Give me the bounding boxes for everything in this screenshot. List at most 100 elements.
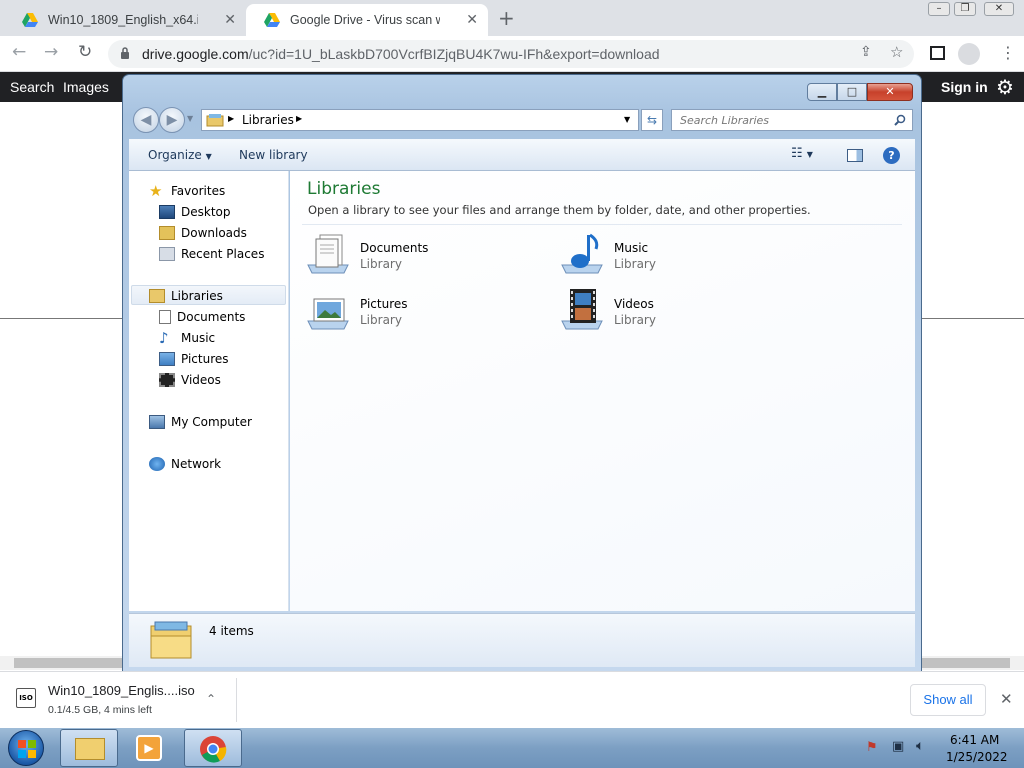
nav-pictures[interactable]: Pictures — [159, 349, 229, 369]
search-icon — [894, 114, 906, 126]
library-type: Library — [614, 257, 656, 271]
organize-button[interactable]: Organize ▼ — [148, 148, 212, 162]
bookmark-star-icon[interactable]: ☆ — [890, 43, 903, 61]
browser-toolbar: ← → ↻ drive.google.com/uc?id=1U_bLaskbD7… — [0, 36, 1024, 72]
browser-tab-1[interactable]: Win10_1809_English_x64.iso - Go ✕ — [4, 4, 246, 36]
divider — [302, 224, 902, 225]
library-music[interactable]: Music Library — [560, 231, 790, 281]
library-type: Library — [360, 313, 402, 327]
forward-icon[interactable]: → — [44, 42, 58, 62]
close-tab-icon[interactable]: ✕ — [466, 12, 478, 28]
new-tab-button[interactable]: + — [498, 6, 515, 30]
recent-pages-chevron-icon[interactable]: ▼ — [187, 114, 193, 123]
close-icon[interactable]: ✕ — [984, 2, 1014, 16]
media-player-icon: ▶ — [136, 735, 162, 761]
content-pane: Libraries Open a library to see your fil… — [290, 171, 915, 611]
breadcrumb-separator-icon[interactable]: ▶ — [228, 114, 234, 123]
navigation-pane: ★ Favorites Desktop Downloads Recent Plac… — [129, 171, 289, 611]
browser-tab-strip: Win10_1809_English_x64.iso - Go ✕ Google… — [0, 0, 1024, 36]
library-name: Music — [614, 241, 649, 255]
back-icon[interactable]: ← — [12, 42, 26, 62]
nav-desktop[interactable]: Desktop — [159, 202, 231, 222]
refresh-icon[interactable]: ⇆ — [641, 109, 663, 131]
downloads-folder-icon — [159, 226, 175, 240]
music-library-icon — [561, 233, 603, 274]
network-icon — [149, 457, 165, 471]
library-pictures[interactable]: Pictures Library — [306, 287, 536, 337]
lock-icon — [121, 47, 129, 59]
library-name: Pictures — [360, 297, 408, 311]
videos-library-icon — [561, 289, 603, 330]
explorer-search-input[interactable]: Search Libraries — [671, 109, 913, 131]
tab-title: Win10_1809_English_x64.iso - Go — [48, 13, 198, 27]
menu-icon[interactable]: ⋮ — [1000, 43, 1016, 62]
download-filename[interactable]: Win10_1809_Englis....iso — [48, 683, 195, 698]
library-type: Library — [360, 257, 402, 271]
search-placeholder: Search Libraries — [680, 114, 770, 127]
window-minimize-button[interactable]: ▁ — [807, 83, 837, 101]
explorer-address-bar[interactable]: ▶ Libraries ▶ ▼ — [201, 109, 639, 131]
nav-libraries[interactable]: Libraries — [149, 286, 223, 306]
download-status: 0.1/4.5 GB, 4 mins left — [48, 704, 152, 716]
library-documents[interactable]: Documents Library — [306, 231, 536, 281]
download-menu-chevron-icon[interactable]: ⌃ — [206, 692, 216, 706]
action-center-flag-icon[interactable]: ⚑ — [866, 740, 878, 755]
nav-documents[interactable]: Documents — [159, 307, 245, 327]
tab-title: Google Drive - Virus scan warnin — [290, 13, 440, 27]
taskbar-media-player-button[interactable]: ▶ — [122, 729, 180, 767]
network-tray-icon[interactable]: ▣ — [892, 739, 904, 754]
settings-gear-icon[interactable]: ⚙ — [996, 75, 1014, 100]
chrome-icon — [200, 736, 227, 763]
close-shelf-icon[interactable]: ✕ — [1000, 690, 1013, 708]
library-name: Videos — [614, 297, 654, 311]
change-view-icon[interactable]: ☷ ▼ — [791, 146, 813, 161]
clock-date[interactable]: 1/25/2022 — [946, 750, 1008, 764]
windows-logo-icon — [18, 740, 36, 758]
clock-time[interactable]: 6:41 AM — [950, 733, 999, 747]
documents-icon — [159, 310, 171, 324]
profile-avatar[interactable] — [958, 43, 980, 65]
nav-videos[interactable]: Videos — [159, 370, 221, 390]
nav-my-computer[interactable]: My Computer — [149, 412, 252, 432]
nav-music[interactable]: ♪ Music — [159, 328, 215, 348]
sign-in-link[interactable]: Sign in — [941, 79, 988, 95]
taskbar: ▶ ⚑ ▣ 🔈︎ 6:41 AM 1/25/2022 — [0, 728, 1024, 768]
nav-recent-places[interactable]: Recent Places — [159, 244, 264, 264]
address-dropdown-icon[interactable]: ▼ — [624, 115, 630, 124]
browser-tab-2[interactable]: Google Drive - Virus scan warnin ✕ — [246, 4, 488, 36]
breadcrumb-libraries[interactable]: Libraries — [242, 113, 294, 127]
google-images-link[interactable]: Images — [63, 79, 109, 95]
minimize-icon[interactable]: – — [928, 2, 950, 16]
taskbar-chrome-button[interactable] — [184, 729, 242, 767]
computer-icon — [149, 415, 165, 429]
side-panel-icon[interactable] — [930, 46, 945, 60]
library-type: Library — [614, 313, 656, 327]
breadcrumb-arrow-icon[interactable]: ▶ — [296, 114, 302, 123]
nav-network[interactable]: Network — [149, 454, 221, 474]
reload-icon[interactable]: ↻ — [78, 42, 92, 62]
new-library-button[interactable]: New library — [239, 148, 308, 162]
explorer-folder-icon — [75, 738, 105, 760]
close-tab-icon[interactable]: ✕ — [224, 12, 236, 28]
show-all-button[interactable]: Show all — [910, 684, 986, 716]
preview-pane-icon[interactable] — [847, 149, 863, 162]
share-icon[interactable]: ⇪ — [860, 44, 872, 60]
nav-downloads[interactable]: Downloads — [159, 223, 247, 243]
nav-favorites[interactable]: ★ Favorites — [149, 181, 225, 201]
desktop-icon — [159, 205, 175, 219]
help-icon[interactable]: ? — [883, 147, 900, 164]
restore-icon[interactable]: ❐ — [954, 2, 976, 16]
window-close-button[interactable]: ✕ — [867, 83, 913, 101]
taskbar-explorer-button[interactable] — [60, 729, 118, 767]
google-drive-icon — [264, 13, 280, 27]
google-search-link[interactable]: Search — [10, 79, 54, 95]
start-button[interactable] — [8, 730, 44, 766]
window-maximize-button[interactable]: □ — [837, 83, 867, 101]
libraries-icon — [149, 289, 165, 303]
explorer-back-button[interactable]: ◀ — [133, 107, 159, 133]
explorer-forward-button[interactable]: ▶ — [159, 107, 185, 133]
library-videos[interactable]: Videos Library — [560, 287, 790, 337]
volume-icon[interactable]: 🔈︎ — [916, 738, 924, 754]
window-controls: ▁ □ ✕ — [807, 83, 913, 101]
address-bar[interactable]: drive.google.com/uc?id=1U_bLaskbD700Vcrf… — [108, 40, 914, 68]
